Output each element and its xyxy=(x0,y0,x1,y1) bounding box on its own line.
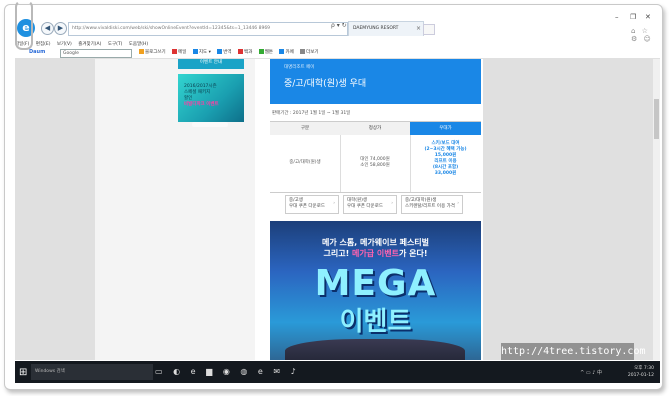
poster-line-2-highlight: 메가급 이벤트 xyxy=(352,249,399,258)
taskbar-search-input[interactable]: Windows 검색 xyxy=(31,364,153,380)
price-special-cell: 스키/보드 대여 (2~3시간 혜택 가능) 15,000원 리프트 이용 (8… xyxy=(410,135,481,193)
edge-icon[interactable]: e xyxy=(191,367,196,376)
fav-item[interactable]: 더보기 xyxy=(300,49,319,55)
blog-icon xyxy=(139,49,144,54)
favorites-bar: Daum Google 블로그쓰기 메일 지도 ▾ 번역 백과 웹툰 카페 더보… xyxy=(15,49,660,59)
map-icon xyxy=(192,49,198,54)
maximize-button[interactable]: ❐ xyxy=(630,13,636,21)
fav-item[interactable]: 번역 xyxy=(217,49,232,55)
close-window-button[interactable]: ✕ xyxy=(645,13,651,21)
poster-line-2-prefix: 그리고! xyxy=(323,249,353,258)
more-icon xyxy=(300,49,306,54)
fav-item[interactable]: 카페 xyxy=(279,49,294,55)
favorites-items: 블로그쓰기 메일 지도 ▾ 번역 백과 웹툰 카페 더보기 xyxy=(139,49,324,55)
back-button[interactable]: ◀ xyxy=(41,22,54,35)
menu-bar: 파일(F) 편집(E) 보기(V) 즐겨찾기(A) 도구(T) 도움말(H) xyxy=(15,41,660,49)
clock[interactable]: 오후 7:30 2017-01-12 xyxy=(628,365,654,379)
clock-date: 2017-01-12 xyxy=(627,373,654,378)
price-header-special: 우대가 xyxy=(410,122,481,135)
price-row-label: 중/고/대학(원)생 xyxy=(289,160,321,165)
banner-subtitle: 대명리조트 페이 xyxy=(284,65,315,70)
price-table: 구분 정상가 우대가 중/고/대학(원)생 대인 74,000원 소인 58,8… xyxy=(270,121,481,193)
close-tab-icon[interactable]: × xyxy=(416,22,421,36)
poster-line-1: 메가 스톰, 메가웨이브 페스티벌 xyxy=(321,238,430,247)
poster-line-2: 그리고! 메가급 이벤트가 온다! xyxy=(270,248,481,259)
fav-item[interactable]: 백과 xyxy=(238,49,252,55)
fav-item[interactable]: 웹툰 xyxy=(258,49,273,55)
address-bar-icons[interactable]: ρ ▾ ↻ xyxy=(331,22,347,29)
cafe-icon xyxy=(279,49,285,54)
menu-view[interactable]: 보기(V) xyxy=(57,41,72,47)
sidebar-promo-1[interactable]: 이벤트 안내 xyxy=(178,59,244,69)
sale-period: 판매기간 : 2017년 1월 1일 ~ 1월 31일 xyxy=(272,111,351,116)
mega-event-poster: 메가 스톰, 메가웨이브 페스티벌 그리고! 메가급 이벤트가 온다! MEGA… xyxy=(270,221,481,360)
mail-icon[interactable]: ✉ xyxy=(273,367,280,376)
daum-logo[interactable]: Daum xyxy=(29,49,45,55)
paperclip-decoration xyxy=(15,0,33,50)
poster-event-text: 이벤트 xyxy=(339,307,412,337)
forward-button[interactable]: ▶ xyxy=(54,22,67,35)
fav-item[interactable]: 메일 xyxy=(172,49,186,55)
media-icon[interactable]: ♪ xyxy=(291,367,296,376)
poster-ride-image xyxy=(285,339,465,360)
menu-favorites[interactable]: 즐겨찾기(A) xyxy=(78,41,101,47)
coupon-links: 중/고생 우대 쿠폰 다운로드 › 대학(원)생 우대 쿠폰 다운로드 › 중/… xyxy=(285,195,465,215)
poster-line-2-suffix: 가 온다! xyxy=(398,249,428,258)
task-view-icon[interactable]: ▭ xyxy=(155,367,163,376)
price-header-normal: 정상가 xyxy=(340,122,411,135)
ie-icon[interactable]: e xyxy=(258,367,263,376)
app-icon[interactable]: ◐ xyxy=(173,367,180,376)
menu-edit[interactable]: 편집(E) xyxy=(36,41,51,47)
chrome-icon[interactable]: ◉ xyxy=(223,367,230,376)
event-banner: 대명리조트 페이 중/고/대학(원)생 우대 xyxy=(270,59,481,104)
coupon-link-university[interactable]: 대학(원)생 우대 쿠폰 다운로드 › xyxy=(343,195,397,214)
link-sub: 우대 쿠폰 다운로드 xyxy=(347,204,383,209)
address-bar[interactable]: http://www.vivaldiski.com/web/ski/showOn… xyxy=(68,22,348,36)
menu-tools[interactable]: 도구(T) xyxy=(108,41,123,47)
price-special-line: 33,000원 xyxy=(434,171,457,176)
taskbar: ⊞ Windows 검색 ▭ ◐ e ▆ ◉ ◍ e ✉ ♪ ^ ▭ ♪ 中 오… xyxy=(15,361,660,383)
price-header-category: 구분 xyxy=(270,122,341,135)
poster-mega-text: MEGA xyxy=(314,263,437,304)
minimize-button[interactable]: – xyxy=(615,13,619,21)
mail-icon xyxy=(172,49,178,54)
page-scrollbar[interactable] xyxy=(653,59,660,360)
system-tray-icons[interactable]: ^ ▭ ♪ 中 xyxy=(580,369,602,376)
chevron-right-icon: › xyxy=(391,201,393,206)
promo-highlight: 비발디파크 이벤트 xyxy=(184,102,219,107)
price-row-label-cell: 중/고/대학(원)생 xyxy=(270,135,341,193)
price-normal-cell: 대인 74,000원 소인 58,800원 xyxy=(340,135,411,193)
link-sub: 스키렌탈/리프트 이용 가격 xyxy=(405,204,455,209)
browser-titlebar: e ◀ ▶ http://www.vivaldiski.com/web/ski/… xyxy=(15,13,660,43)
price-normal-child: 소인 58,800원 xyxy=(360,163,390,168)
page-title: 중/고/대학(원)생 우대 xyxy=(284,79,367,89)
tab-daemyung[interactable]: DAEMYUNG RESORT × xyxy=(348,21,424,36)
scrollbar-thumb[interactable] xyxy=(654,99,659,139)
menu-help[interactable]: 도움말(H) xyxy=(129,41,148,47)
fav-item[interactable]: 지도 ▾ xyxy=(192,49,211,55)
new-tab-button[interactable] xyxy=(423,24,435,35)
fav-item[interactable]: 블로그쓰기 xyxy=(139,49,166,55)
page-viewport: 이벤트 안내 2016/2017시즌 스페셜 패키지 할인 비발디파크 이벤트 … xyxy=(15,59,660,360)
watermark: http://4tree.tistory.com xyxy=(501,343,646,360)
windows-start-icon[interactable]: ⊞ xyxy=(19,367,27,378)
taskbar-apps: ▭ ◐ e ▆ ◉ ◍ e ✉ ♪ xyxy=(155,367,304,376)
app-icon[interactable]: ◍ xyxy=(240,367,247,376)
link-sub: 우대 쿠폰 다운로드 xyxy=(289,204,325,209)
translate-icon xyxy=(217,49,223,54)
webtoon-icon xyxy=(258,49,264,54)
page-content: 대명리조트 페이 중/고/대학(원)생 우대 판매기간 : 2017년 1월 1… xyxy=(255,59,483,360)
clock-time: 오후 7:30 xyxy=(634,366,654,371)
chevron-right-icon: › xyxy=(333,201,335,206)
toolbar-search-input[interactable]: Google xyxy=(60,49,132,58)
coupon-link-rental[interactable]: 중/고/대학(원)생 스키렌탈/리프트 이용 가격 › xyxy=(401,195,463,214)
screenshot-frame: e ◀ ▶ http://www.vivaldiski.com/web/ski/… xyxy=(4,4,663,390)
chevron-right-icon: › xyxy=(457,201,459,206)
tab-title: DAEMYUNG RESORT xyxy=(353,26,399,31)
encyclopedia-icon xyxy=(238,49,243,54)
explorer-icon[interactable]: ▆ xyxy=(206,367,212,376)
promo-decoration xyxy=(192,122,228,127)
sidebar-promo-2[interactable]: 2016/2017시즌 스페셜 패키지 할인 비발디파크 이벤트 xyxy=(178,74,244,127)
coupon-link-middle-high[interactable]: 중/고생 우대 쿠폰 다운로드 › xyxy=(285,195,339,214)
